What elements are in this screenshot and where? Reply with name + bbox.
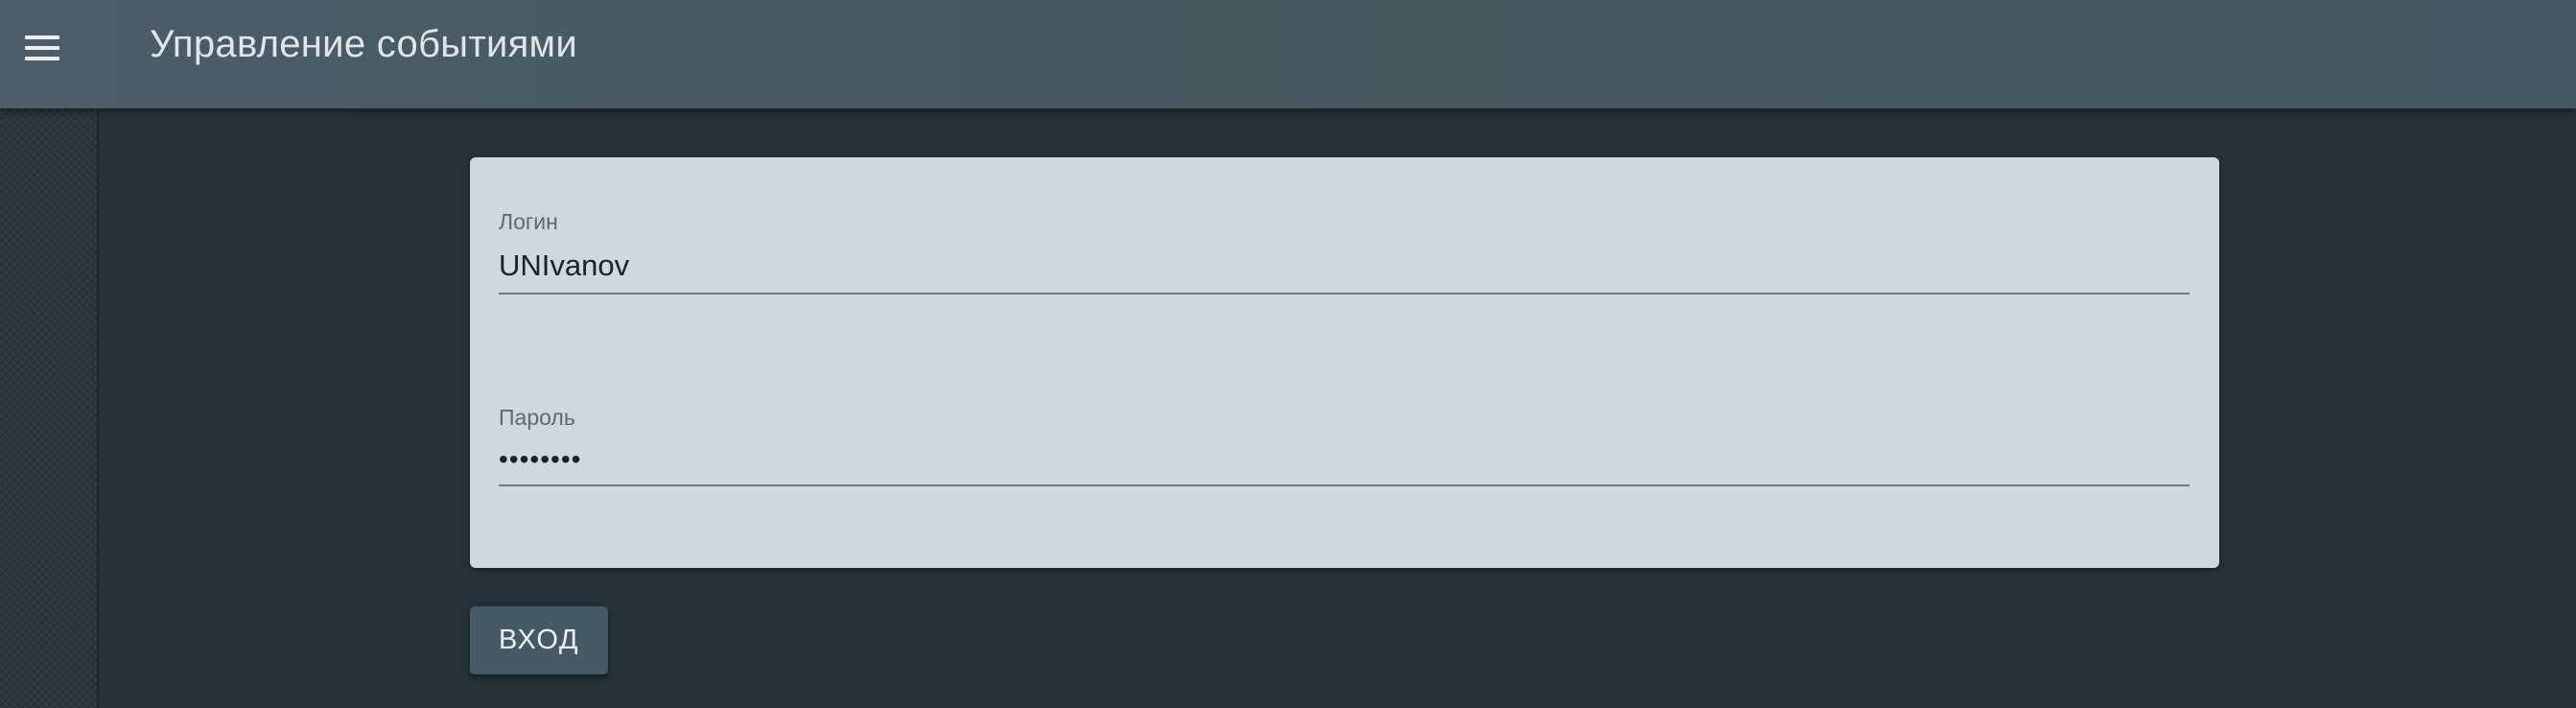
password-input[interactable] <box>499 444 2190 486</box>
password-label: Пароль <box>499 405 575 430</box>
side-panel-strip <box>0 108 99 708</box>
app-title: Управление событиями <box>150 23 577 65</box>
app-bar: Управление событиями <box>0 0 2576 108</box>
login-card: Логин Пароль <box>470 157 2219 568</box>
menu-button[interactable] <box>15 27 69 69</box>
login-input[interactable] <box>499 248 2190 295</box>
login-field: Логин <box>499 209 2190 295</box>
password-field: Пароль <box>499 405 2190 486</box>
login-button[interactable]: ВХОД <box>470 606 608 674</box>
login-label: Логин <box>499 209 558 234</box>
